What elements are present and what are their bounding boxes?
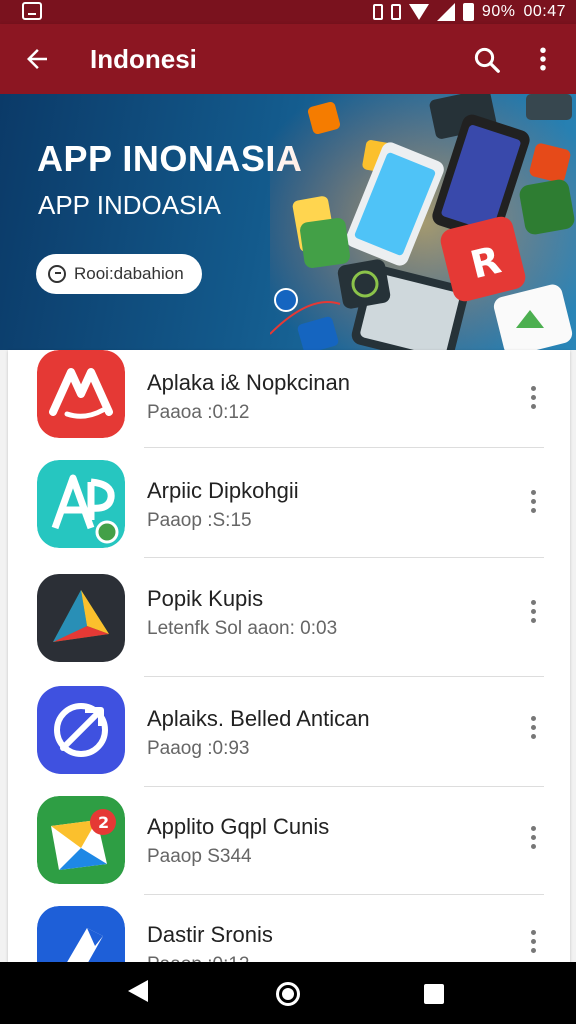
app-meta: Paaop :0:12	[147, 954, 249, 962]
app-name: Aplaiks. Belled Antican	[147, 706, 370, 731]
banner-illustration: R	[270, 94, 576, 350]
notification-icon	[22, 2, 42, 20]
wifi-icon	[408, 4, 429, 20]
clock-icon	[48, 265, 66, 283]
page-title: Indonesi	[90, 44, 197, 74]
red-app-icon	[37, 350, 125, 438]
item-overflow-menu-icon[interactable]	[524, 386, 544, 412]
divider	[144, 786, 544, 787]
clock: 00:47	[523, 3, 566, 20]
nav-home-icon[interactable]	[276, 982, 300, 1006]
banner-subtitle: APP INDOASIA	[38, 190, 222, 220]
nav-back-icon[interactable]	[128, 980, 148, 1002]
item-overflow-menu-icon[interactable]	[524, 716, 544, 742]
sim-icon	[390, 4, 401, 20]
divider	[144, 447, 544, 448]
list-item[interactable]: 2 Applito Gqpl Cunis Paaop S344	[8, 796, 570, 906]
app-meta: Paaoa :0:12	[147, 402, 250, 423]
promo-banner[interactable]: APP INONASIA APP INDOASIA Rooi:dabahion	[0, 94, 576, 350]
item-overflow-menu-icon[interactable]	[524, 490, 544, 516]
signal-icon	[436, 3, 455, 21]
app-name: Aplaka i& Nopkcinan	[147, 370, 351, 395]
divider	[144, 894, 544, 895]
back-arrow-icon[interactable]	[22, 44, 52, 74]
overflow-menu-icon[interactable]	[528, 44, 558, 74]
status-bar: 90% 00:47	[0, 0, 576, 24]
banner-pill-button[interactable]: Rooi:dabahion	[36, 254, 202, 294]
list-item[interactable]: Aplaka i& Nopkcinan Paaoa :0:12	[8, 350, 570, 460]
divider	[144, 676, 544, 677]
vibrate-icon	[372, 4, 383, 20]
blue-compass-app-icon	[37, 686, 125, 774]
list-item[interactable]: Popik Kupis Letenfk Sol aaon: 0:03	[8, 570, 570, 680]
divider	[144, 557, 544, 558]
app-bar: Indonesi	[0, 24, 576, 94]
app-list: Aplaka i& Nopkcinan Paaoa :0:12 Arpiic D…	[8, 350, 570, 962]
banner-pill-label: Rooi:dabahion	[74, 264, 184, 283]
app-meta: Letenfk Sol aaon: 0:03	[147, 618, 338, 639]
system-nav-bar	[0, 962, 576, 1024]
blue-app-icon	[37, 906, 125, 962]
app-name: Dastir Sronis	[147, 922, 273, 947]
play-triangle-app-icon	[37, 574, 125, 662]
item-overflow-menu-icon[interactable]	[524, 930, 544, 956]
mail-app-icon: 2	[37, 796, 125, 884]
banner-title: APP INONASIA	[37, 138, 303, 179]
svg-text:2: 2	[98, 813, 109, 832]
app-name: Arpiic Dipkohgii	[147, 478, 299, 503]
battery-percent: 90%	[481, 3, 516, 20]
item-overflow-menu-icon[interactable]	[524, 826, 544, 852]
battery-icon	[462, 3, 474, 21]
app-name: Popik Kupis	[147, 586, 264, 611]
app-name: Applito Gqpl Cunis	[147, 814, 330, 839]
app-meta: Paaop S344	[147, 846, 252, 867]
teal-app-icon	[37, 460, 125, 548]
list-item[interactable]: Dastir Sronis Paaop :0:12	[8, 906, 570, 962]
list-item[interactable]: Arpiic Dipkohgii Paaop :S:15	[8, 458, 570, 568]
app-meta: Paaop :S:15	[147, 510, 252, 531]
item-overflow-menu-icon[interactable]	[524, 600, 544, 626]
search-icon[interactable]	[472, 45, 502, 75]
nav-recents-icon[interactable]	[424, 984, 444, 1004]
app-meta: Paaog :0:93	[147, 738, 250, 759]
screen: 90% 00:47 Indonesi APP INONASIA APP INDO…	[0, 0, 576, 1024]
list-item[interactable]: Aplaiks. Belled Antican Paaog :0:93	[8, 686, 570, 796]
